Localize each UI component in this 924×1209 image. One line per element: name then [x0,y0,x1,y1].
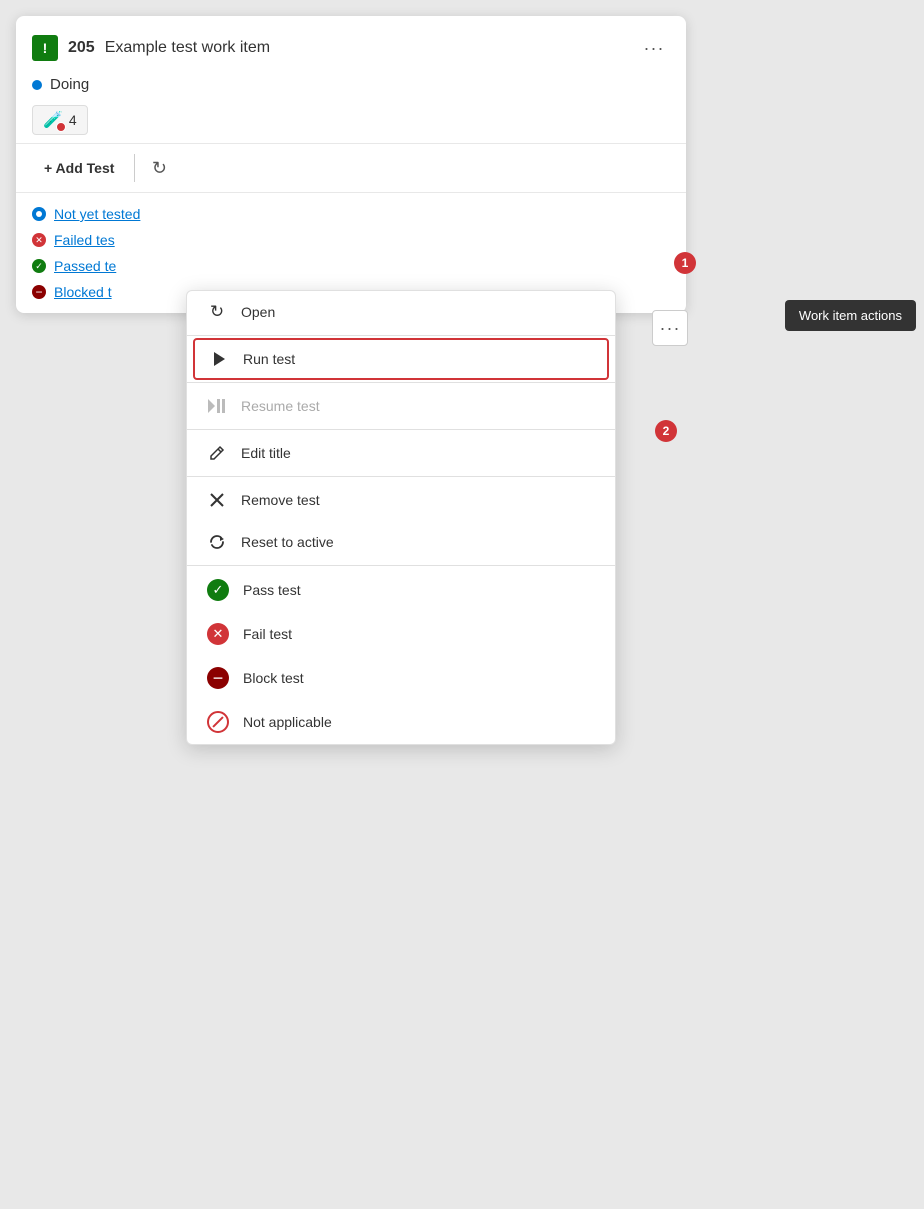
badge-row: 🧪 4 [16,101,686,143]
menu-item-open[interactable]: ↻ Open [187,291,615,333]
refresh-icon: ↻ [152,158,167,179]
icon-label: ! [43,40,48,56]
status-text: Doing [50,76,89,93]
menu-item-fail-test-label: Fail test [243,626,292,642]
reset-icon [207,532,227,552]
card-id: 205 [68,39,95,57]
menu-item-block-test[interactable]: − Block test [187,656,615,700]
status-dot-doing [32,80,42,90]
badge-count: 4 [69,112,77,128]
menu-separator-3 [187,429,615,430]
menu-item-run-test[interactable]: Run test [193,338,609,380]
menu-item-block-test-label: Block test [243,670,304,686]
menu-item-reset-active-label: Reset to active [241,534,334,550]
pass-test-icon: ✓ [207,579,229,601]
callout-badge-1: 1 [674,252,696,274]
main-work-item-card: ! 205 Example test work item ··· Doing 🧪… [16,16,686,313]
work-item-icon: ! [32,35,58,61]
status-icon-dark-red [32,285,46,299]
context-menu: ↻ Open Run test Resume test [186,290,616,745]
menu-item-fail-test[interactable]: ✕ Fail test [187,612,615,656]
test-item-blocked-text[interactable]: Blocked t [54,284,112,300]
menu-item-pass-test[interactable]: ✓ Pass test [187,568,615,612]
flask-badge-icon: 🧪 [43,110,63,130]
test-item-passed[interactable]: Passed te [32,253,670,279]
menu-item-run-test-label: Run test [243,351,295,367]
tooltip-text: Work item actions [799,308,902,323]
open-icon: ↻ [207,302,227,322]
add-test-label: + Add Test [44,160,114,176]
toolbar-divider [134,154,135,182]
error-dot [56,122,66,132]
menu-item-open-label: Open [241,304,275,320]
pencil-icon [207,443,227,463]
menu-item-not-applicable[interactable]: Not applicable [187,700,615,744]
play-icon [209,349,229,369]
menu-separator-5 [187,565,615,566]
card-header-left: ! 205 Example test work item [32,35,270,61]
menu-separator-2 [187,382,615,383]
menu-separator-4 [187,476,615,477]
menu-item-resume-test: Resume test [187,385,615,427]
menu-item-remove-test-label: Remove test [241,492,320,508]
menu-separator-1 [187,335,615,336]
test-item-text[interactable]: Not yet tested [54,206,140,222]
test-item-not-yet-tested[interactable]: Not yet tested [32,201,670,227]
resume-icon [207,396,227,416]
test-item-failed[interactable]: Failed tes [32,227,670,253]
fail-test-icon: ✕ [207,623,229,645]
card-title: Example test work item [105,39,270,57]
work-item-actions-tooltip: Work item actions [785,300,916,331]
status-icon-red [32,233,46,247]
menu-item-not-applicable-label: Not applicable [243,714,332,730]
menu-item-edit-title[interactable]: Edit title [187,432,615,474]
card-more-button[interactable]: ··· [638,32,670,64]
menu-item-remove-test[interactable]: Remove test [187,479,615,521]
refresh-button[interactable]: ↻ [143,152,175,184]
menu-item-edit-title-label: Edit title [241,445,291,461]
menu-item-resume-test-label: Resume test [241,398,320,414]
test-count-badge: 🧪 4 [32,105,88,135]
card-header: ! 205 Example test work item ··· [16,16,686,72]
status-icon-blue [32,207,46,221]
add-test-bar: + Add Test ↻ [16,143,686,193]
menu-item-reset-active[interactable]: Reset to active [187,521,615,563]
x-icon [207,490,227,510]
status-icon-green [32,259,46,273]
callout-badge-2: 2 [655,420,677,442]
add-test-button[interactable]: + Add Test [32,154,126,182]
test-item-failed-text[interactable]: Failed tes [54,232,115,248]
menu-item-pass-test-label: Pass test [243,582,301,598]
more-actions-dots: ··· [660,318,681,339]
test-item-passed-text[interactable]: Passed te [54,258,116,274]
not-applicable-icon [207,711,229,733]
card-status-row: Doing [16,72,686,101]
block-test-icon: − [207,667,229,689]
work-item-actions-button[interactable]: ··· [652,310,688,346]
